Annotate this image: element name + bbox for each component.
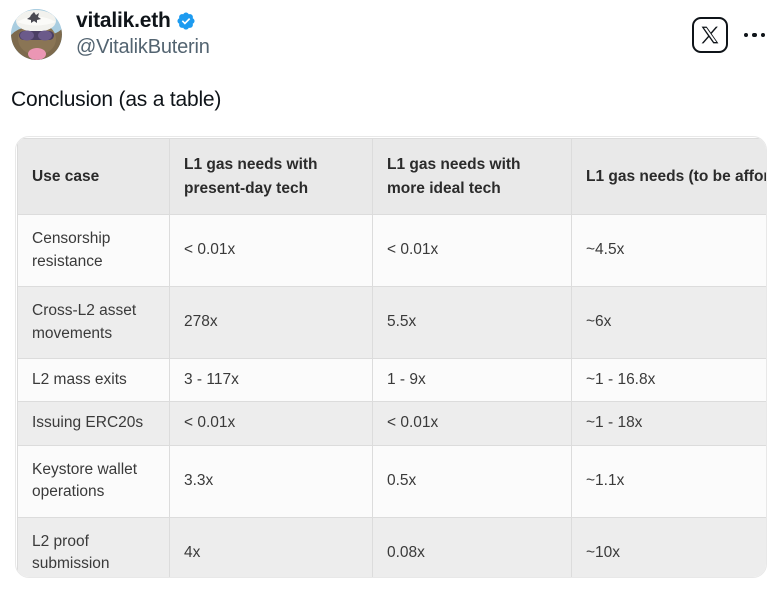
cell-use-case: Issuing ERC20s	[17, 401, 170, 446]
table-row: L2 proof submission 4x 0.08x ~10x	[17, 516, 766, 577]
table-row: Keystore wallet operations 3.3x 0.5x ~1.…	[17, 444, 766, 518]
cell-present-day: < 0.01x	[169, 214, 373, 287]
table-row: Cross-L2 asset movements 278x 5.5x ~6x	[17, 286, 766, 359]
cell-affordable: ~1 - 18x	[571, 401, 766, 446]
more-dot-3	[760, 32, 765, 38]
cell-present-day: < 0.01x	[169, 401, 373, 446]
profile-photo-avatar-image	[11, 9, 62, 60]
more-dot-1	[743, 32, 748, 38]
cell-use-case: Censorship resistance	[17, 214, 170, 287]
display-name: vitalik.eth	[76, 9, 171, 32]
table-header-row: Use case L1 gas needs with present-day t…	[17, 138, 766, 215]
account-identity: vitalik.eth @VitalikButerin	[76, 9, 210, 59]
column-header-to-be-affordable: L1 gas needs (to be affordable)	[571, 138, 766, 215]
cell-use-case: Cross-L2 asset movements	[17, 286, 170, 359]
cell-use-case: L2 mass exits	[17, 357, 170, 403]
avatar[interactable]	[11, 9, 62, 60]
table-row: Censorship resistance < 0.01x < 0.01x ~4…	[17, 214, 766, 287]
cell-ideal-tech: < 0.01x	[372, 401, 572, 446]
table-head: Use case L1 gas needs with present-day t…	[17, 138, 766, 215]
cell-affordable: ~4.5x	[571, 214, 766, 287]
account-handle: @VitalikButerin	[76, 36, 210, 58]
cell-present-day: 4x	[169, 516, 373, 577]
cell-affordable: ~6x	[571, 286, 766, 359]
cell-present-day: 278x	[169, 286, 373, 359]
display-name-line: vitalik.eth	[76, 10, 210, 31]
cell-ideal-tech: 5.5x	[372, 286, 572, 359]
table-row: L2 mass exits 3 - 117x 1 - 9x ~1 - 16.8x	[17, 357, 766, 403]
column-header-use-case: Use case	[17, 138, 170, 215]
gas-needs-table: Use case L1 gas needs with present-day t…	[17, 138, 766, 577]
tweet-header: vitalik.eth @VitalikButerin	[0, 0, 779, 72]
cell-ideal-tech: 0.5x	[372, 444, 572, 518]
cell-ideal-tech: 1 - 9x	[372, 357, 572, 403]
column-header-more-ideal-tech: L1 gas needs with more ideal tech	[372, 138, 572, 215]
gas-needs-table-card: Use case L1 gas needs with present-day t…	[15, 136, 767, 578]
cell-use-case: L2 proof submission	[17, 516, 170, 577]
cell-affordable: ~1.1x	[571, 444, 766, 518]
cell-ideal-tech: 0.08x	[372, 516, 572, 577]
cell-present-day: 3 - 117x	[169, 357, 373, 403]
table-body: Censorship resistance < 0.01x < 0.01x ~4…	[17, 214, 766, 577]
table-row: Issuing ERC20s < 0.01x < 0.01x ~1 - 18x	[17, 401, 766, 446]
x-logo-button[interactable]	[691, 17, 728, 53]
more-options-button[interactable]	[742, 27, 768, 44]
cell-ideal-tech: < 0.01x	[372, 214, 572, 287]
cell-use-case: Keystore wallet operations	[17, 444, 170, 518]
cell-affordable: ~1 - 16.8x	[571, 357, 766, 403]
verified-badge-icon	[177, 11, 195, 30]
header-actions	[691, 9, 768, 53]
post-text: Conclusion (as a table)	[11, 88, 222, 111]
x-logo-icon	[701, 26, 718, 44]
tweet-card: vitalik.eth @VitalikButerin Conclusion (…	[0, 0, 779, 600]
column-header-present-day-tech: L1 gas needs with present-day tech	[169, 138, 373, 215]
cell-affordable: ~10x	[571, 516, 766, 577]
more-dot-2	[752, 32, 757, 38]
cell-present-day: 3.3x	[169, 444, 373, 518]
